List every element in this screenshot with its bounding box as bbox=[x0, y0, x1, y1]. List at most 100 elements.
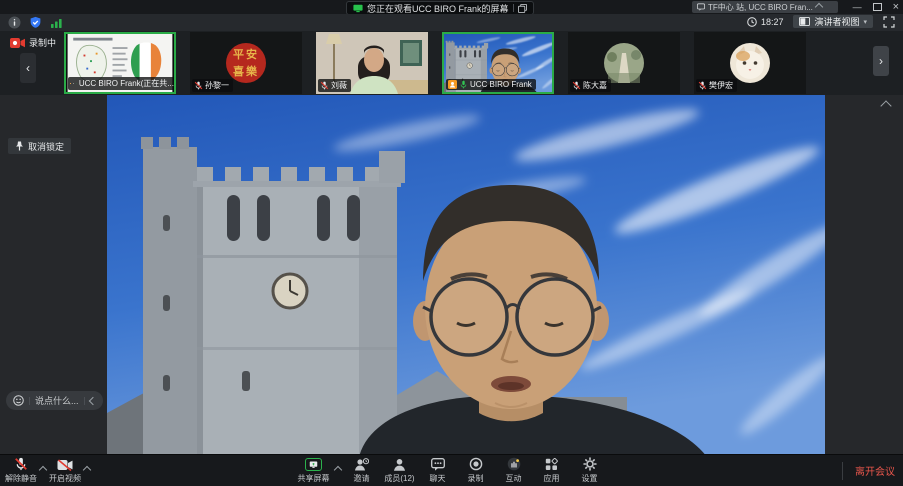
start-video-button[interactable]: 开启视频 bbox=[48, 457, 82, 484]
participant-name: 陈大嘉 bbox=[583, 80, 607, 91]
unmute-button[interactable]: 解除静音 bbox=[4, 457, 38, 484]
record-label: 录制 bbox=[468, 473, 484, 484]
mic-muted-icon bbox=[320, 81, 329, 90]
close-button[interactable]: × bbox=[893, 1, 899, 13]
chat-label: 聊天 bbox=[430, 473, 446, 484]
toolbar-divider bbox=[842, 462, 843, 480]
recording-label: 录制中 bbox=[29, 36, 56, 49]
apps-grid-icon bbox=[545, 458, 558, 471]
participant-name: 樊伊宏 bbox=[709, 80, 733, 91]
network-signal-icon[interactable] bbox=[50, 17, 63, 29]
seal-avatar: 平安 喜樂 bbox=[226, 43, 266, 83]
share-screen-label: 共享屏幕 bbox=[298, 473, 330, 484]
mic-on-icon bbox=[76, 79, 77, 88]
interact-label: 互动 bbox=[506, 473, 522, 484]
members-button[interactable]: 成员(12) bbox=[383, 457, 417, 484]
participant-tile[interactable]: 平安 喜樂 孙黎一 bbox=[190, 32, 302, 94]
quick-message-bar[interactable]: 说点什么... bbox=[6, 391, 103, 410]
watching-screen-pill[interactable]: 您正在观看UCC BIRO Frank的屏幕 bbox=[346, 1, 534, 15]
invite-person-icon bbox=[354, 458, 369, 471]
participant-chip: 刘薇 bbox=[318, 79, 351, 92]
pill-divider bbox=[84, 397, 85, 405]
seal-text-row2: 喜樂 bbox=[233, 67, 259, 77]
participant-filmstrip: 录制中 ‹ UCC BIRO Frank(正在共... 平安 喜樂 bbox=[0, 31, 903, 95]
chat-bubble-icon bbox=[431, 458, 445, 471]
chevron-right-icon: › bbox=[879, 54, 883, 68]
participant-tile[interactable]: 樊伊宏 bbox=[694, 32, 806, 94]
view-mode-caret: ▾ bbox=[863, 18, 867, 26]
bottom-toolbar: 解除静音 开启视频 共享屏幕 bbox=[0, 454, 903, 486]
emoji-smiley-icon[interactable] bbox=[13, 395, 24, 406]
maximize-button[interactable] bbox=[873, 3, 882, 11]
interact-button[interactable]: 互动 bbox=[497, 457, 531, 484]
gear-icon bbox=[583, 457, 597, 471]
unpin-video-badge[interactable]: 取消锁定 bbox=[8, 138, 71, 154]
participant-chip: 孙黎一 bbox=[192, 79, 233, 92]
collapse-filmstrip-button[interactable] bbox=[879, 101, 893, 111]
mic-muted-icon bbox=[194, 81, 203, 90]
members-label: 成员(12) bbox=[384, 473, 414, 484]
participant-chip: 樊伊宏 bbox=[696, 79, 737, 92]
participant-tile[interactable]: 刘薇 bbox=[316, 32, 428, 94]
members-icon bbox=[393, 458, 406, 471]
chat-button[interactable]: 聊天 bbox=[421, 457, 455, 484]
view-mode-label: 演讲者视图 bbox=[814, 15, 859, 28]
audio-options-caret[interactable] bbox=[39, 466, 47, 474]
record-button[interactable]: 录制 bbox=[459, 457, 493, 484]
window-controls: — × bbox=[853, 0, 899, 14]
meeting-info-icon[interactable] bbox=[8, 16, 21, 29]
pill-divider bbox=[513, 4, 514, 12]
mic-muted-icon bbox=[698, 81, 707, 90]
cat-avatar bbox=[730, 43, 770, 83]
chevron-up-icon bbox=[880, 100, 891, 111]
participant-tile-frank-sharing[interactable]: UCC BIRO Frank(正在共... bbox=[64, 32, 176, 94]
share-screen-button[interactable]: 共享屏幕 bbox=[297, 457, 331, 484]
apps-button[interactable]: 应用 bbox=[535, 457, 569, 484]
switch-windows-icon[interactable] bbox=[518, 4, 527, 13]
recording-camera-icon bbox=[10, 38, 25, 48]
garden-path-avatar bbox=[604, 43, 644, 83]
mic-muted-icon bbox=[572, 81, 581, 90]
participant-name: UCC BIRO Frank bbox=[470, 80, 532, 89]
meeting-timer: 18:27 bbox=[747, 17, 784, 27]
participant-tile-frank[interactable]: UCC BIRO Frank bbox=[442, 32, 554, 94]
message-placeholder[interactable]: 说点什么... bbox=[35, 394, 79, 407]
start-video-label: 开启视频 bbox=[49, 473, 81, 484]
participant-tile[interactable]: 陈大嘉 bbox=[568, 32, 680, 94]
video-options-caret[interactable] bbox=[83, 466, 91, 474]
mic-muted-icon bbox=[14, 457, 28, 471]
participant-chip: 陈大嘉 bbox=[570, 79, 611, 92]
title-bar: 您正在观看UCC BIRO Frank的屏幕 TF中心 站, UCC BIRO … bbox=[0, 0, 903, 14]
share-screen-icon bbox=[305, 458, 322, 471]
participant-name: 刘薇 bbox=[331, 80, 347, 91]
minimize-button[interactable]: — bbox=[853, 2, 862, 12]
tab-collapse-icon[interactable] bbox=[815, 3, 823, 11]
secondary-tab-title: TF中心 站, UCC BIRO Fran... bbox=[708, 2, 813, 13]
collapse-message-bar-icon[interactable] bbox=[88, 396, 96, 404]
view-mode-button[interactable]: 演讲者视图 ▾ bbox=[793, 15, 873, 28]
fullscreen-icon[interactable] bbox=[883, 16, 895, 28]
recording-indicator[interactable]: 录制中 bbox=[10, 36, 56, 49]
apps-label: 应用 bbox=[544, 473, 560, 484]
speaker-video-frame bbox=[107, 95, 825, 455]
invite-button[interactable]: 邀请 bbox=[345, 457, 379, 484]
filmstrip-scroll-left-button[interactable]: ‹ bbox=[20, 53, 36, 83]
chat-window-icon bbox=[697, 3, 705, 11]
security-shield-icon[interactable] bbox=[29, 16, 42, 29]
secondary-window-tab[interactable]: TF中心 站, UCC BIRO Fran... bbox=[692, 1, 838, 13]
filmstrip-scroll-right-button[interactable]: › bbox=[873, 46, 889, 76]
seal-text-row1: 平安 bbox=[233, 50, 259, 60]
pin-icon bbox=[15, 141, 24, 151]
participant-name: UCC BIRO Frank(正在共... bbox=[79, 78, 174, 89]
share-options-caret[interactable] bbox=[333, 466, 341, 474]
chevron-left-icon: ‹ bbox=[26, 61, 30, 75]
main-stage: 取消锁定 说点什么... bbox=[0, 95, 903, 455]
settings-label: 设置 bbox=[582, 473, 598, 484]
unpin-label: 取消锁定 bbox=[28, 140, 64, 153]
participant-chip: UCC BIRO Frank bbox=[446, 79, 536, 90]
leave-meeting-button[interactable]: 离开会议 bbox=[855, 463, 895, 478]
settings-button[interactable]: 设置 bbox=[573, 457, 607, 484]
interact-hand-icon bbox=[507, 457, 521, 471]
meeting-app-window: 您正在观看UCC BIRO Frank的屏幕 TF中心 站, UCC BIRO … bbox=[0, 0, 903, 486]
participant-name: 孙黎一 bbox=[205, 80, 229, 91]
